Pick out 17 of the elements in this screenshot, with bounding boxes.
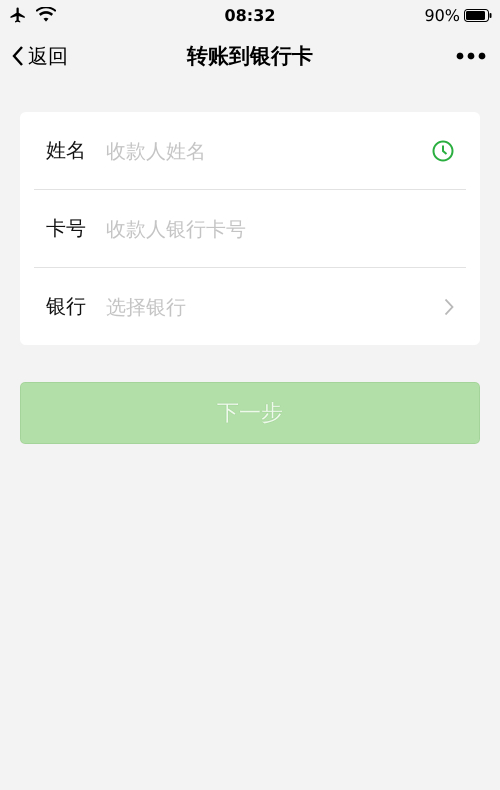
battery-percent: 90% xyxy=(424,6,460,24)
chevron-left-icon xyxy=(12,45,24,67)
input-field[interactable]: 收款人姓名 xyxy=(106,138,418,162)
airplane-icon xyxy=(8,6,28,24)
clock-icon[interactable] xyxy=(432,140,454,162)
wifi-icon xyxy=(36,7,56,23)
input-field[interactable]: 收款人银行卡号 xyxy=(106,216,454,240)
input-field[interactable]: 选择银行 xyxy=(106,294,430,318)
more-icon[interactable] xyxy=(456,52,486,60)
page-title: 转账到银行卡 xyxy=(187,43,313,70)
field-label: 卡号 xyxy=(46,215,87,242)
chevron-right-icon[interactable] xyxy=(444,298,454,316)
field-label: 姓名 xyxy=(46,137,87,164)
battery-icon xyxy=(464,8,492,22)
back-button[interactable]: 返回 xyxy=(12,42,112,70)
status-time: 08:32 xyxy=(224,6,276,24)
field-label: 银行 xyxy=(46,293,87,320)
